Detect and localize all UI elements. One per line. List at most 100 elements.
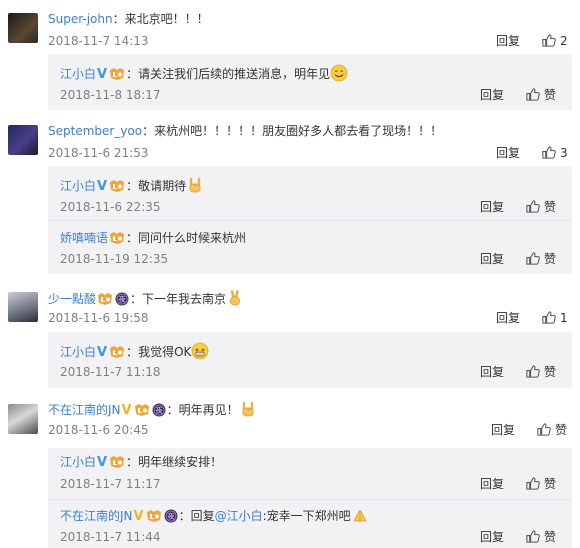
avatar[interactable] bbox=[8, 292, 38, 322]
avatar[interactable] bbox=[8, 13, 38, 43]
like-button[interactable]: 1 bbox=[541, 310, 568, 326]
reply-button[interactable]: 回复 bbox=[480, 251, 504, 267]
reply-thread: 江小白V ：敬请期待 2018-11-6 22:35 回复 赞 娇嗔喃语 ：同问什么… bbox=[48, 166, 572, 274]
timestamp: 2018-11-6 21:53 bbox=[48, 146, 149, 160]
reply-item: 江小白V ：明年继续安排！ 2018-11-7 11:17 回复 赞 bbox=[48, 448, 572, 498]
comment-text: September_yoo：来杭州吧！！！！！朋友圈好多人都去看了现场！！！ bbox=[48, 123, 442, 139]
smile-emoji-icon bbox=[330, 64, 348, 82]
like-button[interactable]: 赞 bbox=[525, 364, 556, 380]
reply-body: ：请关注我们后续的推送消息，明年见 bbox=[126, 67, 331, 81]
night-badge-icon bbox=[115, 292, 129, 306]
reply-button[interactable]: 回复 bbox=[491, 422, 515, 438]
reply-button[interactable]: 回复 bbox=[480, 476, 504, 492]
timestamp: 2018-11-7 11:17 bbox=[60, 477, 161, 491]
rock-hand-emoji-icon bbox=[186, 176, 204, 194]
like-button[interactable]: 赞 bbox=[525, 476, 556, 492]
verified-v-icon: V bbox=[97, 67, 108, 82]
grin-emoji-icon bbox=[191, 342, 209, 360]
level-badge-icon bbox=[109, 345, 125, 359]
reply-body: ：我觉得OK bbox=[126, 345, 192, 359]
comment-body: ：下一年我去南京 bbox=[130, 292, 227, 306]
like-label: 赞 bbox=[544, 88, 557, 102]
like-button[interactable]: 赞 bbox=[525, 199, 556, 215]
comment-text: Super-john：来北京吧！！！ bbox=[48, 11, 209, 27]
timestamp: 2018-11-7 11:44 bbox=[60, 530, 161, 544]
reply-item: 不在江南的JNV ：回复@江小白:宠幸一下郑州吧 2018-11-7 11:44 … bbox=[48, 500, 572, 548]
reply-button[interactable]: 回复 bbox=[496, 33, 520, 49]
username-link[interactable]: 不在江南的JN bbox=[60, 509, 133, 523]
reply-button[interactable]: 回复 bbox=[480, 199, 504, 215]
reply-thread: 江小白V ：请关注我们后续的推送消息，明年见 2018-11-8 18:17 回复… bbox=[48, 54, 572, 110]
reply-button[interactable]: 回复 bbox=[480, 364, 504, 380]
reply-text: 江小白V ：明年继续安排！ bbox=[60, 453, 222, 472]
reply-button[interactable]: 回复 bbox=[496, 310, 520, 326]
like-label: 赞 bbox=[544, 365, 557, 379]
like-label: 赞 bbox=[555, 423, 568, 437]
username-link[interactable]: September_yoo bbox=[48, 124, 142, 138]
reply-text: 江小白V ：请关注我们后续的推送消息，明年见 bbox=[60, 64, 348, 84]
reply-text: 江小白V ：我觉得OK bbox=[60, 342, 209, 362]
reply-thread: 江小白V ：明年继续安排！ 2018-11-7 11:17 回复 赞 不在江南的J… bbox=[48, 448, 572, 548]
level-badge-icon bbox=[109, 231, 125, 245]
avatar[interactable] bbox=[8, 404, 38, 434]
level-badge-icon bbox=[146, 509, 162, 523]
username-link[interactable]: 娇嗔喃语 bbox=[60, 231, 108, 245]
reply-prefix: ：回复 bbox=[178, 509, 215, 523]
reply-text: 娇嗔喃语 ：同问什么时候来杭州 bbox=[60, 229, 246, 247]
like-button[interactable]: 赞 bbox=[536, 422, 567, 438]
thumbs-up-icon bbox=[525, 199, 540, 214]
username-link[interactable]: 江小白 bbox=[60, 455, 96, 469]
comment-item: September_yoo：来杭州吧！！！！！朋友圈好多人都去看了现场！！！ 2… bbox=[0, 112, 580, 280]
like-button[interactable]: 3 bbox=[541, 145, 568, 161]
comment-body: ：来北京吧！！！ bbox=[112, 12, 209, 26]
reply-button[interactable]: 回复 bbox=[480, 87, 504, 103]
reply-item: 江小白V ：我觉得OK 2018-11-7 11:18 回复 赞 bbox=[48, 332, 572, 388]
thumbs-up-icon bbox=[541, 310, 556, 325]
verified-v-icon: V bbox=[97, 345, 108, 360]
thumbs-up-icon bbox=[525, 87, 540, 102]
username-link[interactable]: 少一點酸 bbox=[48, 292, 96, 306]
reply-item: 江小白V ：请关注我们后续的推送消息，明年见 2018-11-8 18:17 回复… bbox=[48, 54, 572, 110]
level-badge-icon bbox=[109, 67, 125, 81]
timestamp: 2018-11-8 18:17 bbox=[60, 88, 161, 102]
level-badge-icon bbox=[97, 292, 113, 306]
comment-item: 少一點酸 ：下一年我去南京 2018-11-6 19:58 回复 1 江小白V ：我… bbox=[0, 280, 580, 392]
reply-button[interactable]: 回复 bbox=[480, 529, 504, 545]
reply-thread: 江小白V ：我觉得OK 2018-11-7 11:18 回复 赞 bbox=[48, 332, 572, 388]
thumbs-up-icon bbox=[541, 145, 556, 160]
level-badge-icon bbox=[109, 179, 125, 193]
username-link[interactable]: 不在江南的JN bbox=[48, 403, 121, 417]
reply-item: 娇嗔喃语 ：同问什么时候来杭州 2018-11-19 12:35 回复 赞 bbox=[48, 221, 572, 274]
timestamp: 2018-11-6 22:35 bbox=[60, 200, 161, 214]
mention-link[interactable]: @江小白 bbox=[215, 509, 263, 523]
comment-body: ：来杭州吧！！！！！朋友圈好多人都去看了现场！！！ bbox=[142, 124, 443, 138]
level-badge-icon bbox=[109, 455, 125, 469]
thumbs-up-icon bbox=[541, 33, 556, 48]
reply-body: ：敬请期待 bbox=[126, 179, 187, 193]
like-label: 赞 bbox=[544, 477, 557, 491]
thumbs-up-icon bbox=[536, 422, 551, 437]
like-count: 3 bbox=[560, 146, 568, 160]
like-label: 赞 bbox=[544, 530, 557, 544]
username-link[interactable]: 江小白 bbox=[60, 345, 96, 359]
reply-button[interactable]: 回复 bbox=[496, 145, 520, 161]
like-button[interactable]: 赞 bbox=[525, 251, 556, 267]
reply-text: 不在江南的JNV ：回复@江小白:宠幸一下郑州吧 bbox=[60, 506, 369, 526]
username-link[interactable]: 江小白 bbox=[60, 179, 96, 193]
reply-item: 江小白V ：敬请期待 2018-11-6 22:35 回复 赞 bbox=[48, 166, 572, 219]
like-count: 2 bbox=[560, 34, 568, 48]
like-button[interactable]: 赞 bbox=[525, 529, 556, 545]
victory-hand-emoji-icon bbox=[226, 289, 244, 307]
night-badge-icon bbox=[164, 509, 178, 523]
like-button[interactable]: 2 bbox=[541, 33, 568, 49]
level-badge-icon bbox=[134, 403, 150, 417]
username-link[interactable]: Super-john bbox=[48, 12, 113, 26]
username-link[interactable]: 江小白 bbox=[60, 67, 96, 81]
timestamp: 2018-11-19 12:35 bbox=[60, 252, 169, 266]
like-button[interactable]: 赞 bbox=[525, 87, 556, 103]
thumbs-up-icon bbox=[525, 364, 540, 379]
comment-text: 不在江南的JNV ：明年再见！ bbox=[48, 400, 257, 419]
thumbs-up-icon bbox=[525, 476, 540, 491]
like-count: 1 bbox=[560, 311, 568, 325]
avatar[interactable] bbox=[8, 125, 38, 155]
